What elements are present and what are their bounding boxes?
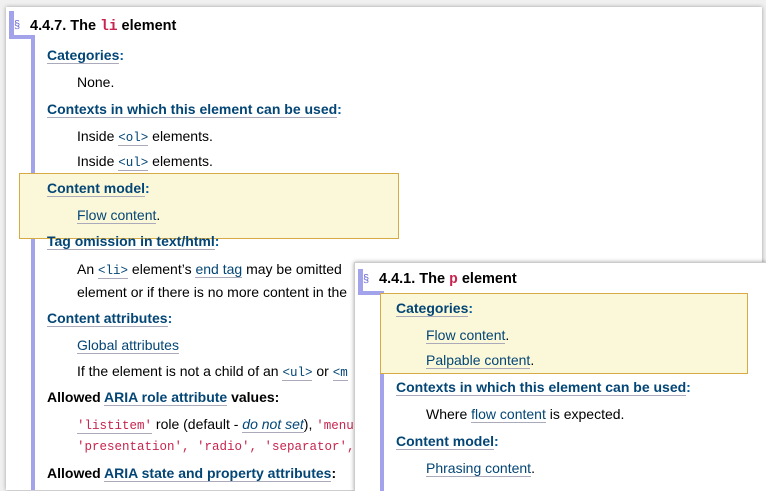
popup-contexts-link[interactable]: Contexts in which this element can be us… — [396, 379, 687, 396]
p-element-popup: § 4.4.1. The p element Categories: Flow … — [354, 262, 766, 491]
popup-content-model-term: Content model: — [396, 433, 499, 450]
li-code-link[interactable]: <li> — [98, 264, 129, 279]
tag-omission-term: Tag omission in text/html: — [47, 233, 220, 250]
listitem-role-link[interactable]: 'listitem' — [77, 419, 153, 434]
tag-omission-link[interactable]: Tag omission in text/html — [47, 233, 215, 250]
popup-flow-content-link[interactable]: Flow content — [426, 327, 506, 344]
popup-section-link-icon[interactable]: § — [363, 273, 369, 285]
aria-role-term: Allowed ARIA role attribute values: — [47, 389, 280, 406]
if-not-child-line: If the element is not a child of an <ul>… — [77, 363, 348, 381]
popup-flow-content-line: Flow content. — [426, 327, 510, 344]
ol-code-link[interactable]: <ol> — [118, 131, 149, 146]
title-code: li — [100, 19, 118, 35]
where-flow-content-link[interactable]: flow content — [471, 406, 546, 423]
role-values-line2: 'presentation', 'radio', 'separator', 't… — [77, 440, 393, 454]
do-not-set-link[interactable]: do not set — [242, 416, 304, 433]
tag-omission-line1: An <li> element’s end tag may be omitted — [77, 261, 342, 279]
end-tag-link[interactable]: end tag — [195, 261, 243, 278]
role-values-line1: 'listitem' role (default - do not set), … — [77, 416, 354, 434]
content-model-term: Content model: — [47, 180, 150, 197]
popup-phrasing-line: Phrasing content. — [426, 460, 535, 477]
content-attributes-link[interactable]: Content attributes — [47, 310, 168, 327]
definition-bar — [31, 35, 35, 490]
popup-categories-link[interactable]: Categories — [396, 300, 469, 317]
popup-categories-term: Categories: — [396, 300, 474, 317]
global-attributes-link[interactable]: Global attributes — [77, 337, 179, 354]
flow-content-link[interactable]: Flow content — [77, 207, 157, 224]
content-model-link[interactable]: Content model — [47, 180, 145, 197]
aria-state-link[interactable]: ARIA state and property attributes — [104, 465, 332, 482]
tag-omission-line2: element or if there is no more content i… — [77, 284, 348, 300]
popup-palpable-line: Palpable content. — [426, 352, 535, 369]
ul-code-link[interactable]: <ul> — [118, 156, 149, 171]
aria-role-link[interactable]: ARIA role attribute — [104, 389, 228, 406]
popup-content-model-link[interactable]: Content model — [396, 433, 494, 450]
menu-code-link[interactable]: <m — [332, 366, 348, 381]
aria-state-term: Allowed ARIA state and property attribut… — [47, 465, 337, 482]
content-attributes-term: Content attributes: — [47, 310, 173, 327]
page-title: 4.4.7. The li element — [30, 18, 177, 35]
palpable-content-link[interactable]: Palpable content — [426, 352, 531, 369]
context-ul-line: Inside <ul> elements. — [77, 153, 213, 171]
popup-where-line: Where flow content is expected. — [426, 406, 625, 423]
popup-title: 4.4.1. The p element — [379, 271, 517, 288]
global-attributes-line: Global attributes — [77, 337, 179, 354]
popup-contexts-term: Contexts in which this element can be us… — [396, 379, 691, 396]
popup-title-code: p — [449, 272, 458, 288]
content-model-value: Flow content. — [77, 207, 161, 224]
categories-term: Categories: — [47, 47, 125, 64]
phrasing-content-link[interactable]: Phrasing content — [426, 460, 532, 477]
ul-code-link-2[interactable]: <ul> — [282, 366, 313, 381]
contexts-link[interactable]: Contexts in which this element can be us… — [47, 101, 338, 118]
categories-value: None. — [77, 74, 115, 90]
context-ol-line: Inside <ol> elements. — [77, 128, 213, 146]
contexts-term: Contexts in which this element can be us… — [47, 101, 342, 118]
section-link-icon[interactable]: § — [14, 19, 20, 31]
categories-link[interactable]: Categories — [47, 47, 120, 64]
